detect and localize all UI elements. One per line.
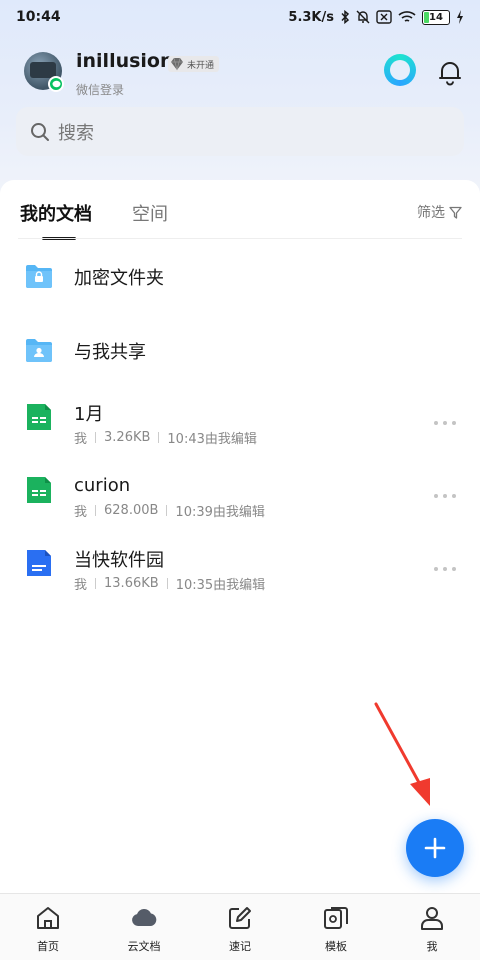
list-item[interactable]: 与我共享 [0,333,480,373]
spreadsheet-icon [27,477,51,503]
tab-space[interactable]: 空间 [132,200,168,226]
item-title: curion [74,475,131,496]
list-item[interactable]: curion 我 628.00B 10:39由我编辑 [0,471,480,521]
vip-label: 未开通 [187,60,215,71]
nav-label: 我 [426,940,438,953]
search-placeholder: 搜索 [58,122,94,144]
item-size: 13.66KB [104,576,159,591]
tab-bar: 我的文档 空间 [20,200,208,226]
nav-templates[interactable]: 模板 [288,894,384,960]
tab-divider [18,238,462,239]
template-icon [324,907,348,929]
annotation-arrow-icon [374,702,430,806]
document-icon [27,550,51,576]
notification-bell-icon[interactable] [436,58,464,86]
more-options-icon[interactable] [434,566,456,572]
profile-header: inillusion 未开通 微信登录 [0,48,480,100]
shared-folder-icon [26,339,52,362]
vip-badge[interactable]: 未开通 [168,56,220,72]
filter-icon [449,206,462,219]
spreadsheet-icon [27,404,51,430]
nav-label: 速记 [229,940,251,953]
more-options-icon[interactable] [434,420,456,426]
status-icons: 5.3K/s 14 [288,9,464,25]
diamond-icon [171,57,183,71]
nav-home[interactable]: 首页 [0,894,96,960]
nav-label: 模板 [325,940,347,953]
item-meta: 我 628.00B 10:39由我编辑 [74,501,265,520]
user-icon [421,907,443,930]
create-new-button[interactable] [406,819,464,877]
item-modified: 10:43由我编辑 [167,432,257,447]
filter-label: 筛选 [417,205,445,221]
item-meta: 我 3.26KB 10:43由我编辑 [74,428,257,447]
sim-off-icon [376,10,392,24]
item-title: 与我共享 [74,342,146,363]
wifi-icon [398,11,416,22]
list-item[interactable]: 当快软件园 我 13.66KB 10:35由我编辑 [0,544,480,594]
status-time: 10:44 [16,9,61,25]
item-modified: 10:35由我编辑 [175,578,266,593]
charging-icon [457,10,463,24]
cloud-icon [132,908,157,926]
home-icon [37,907,59,929]
list-item[interactable]: 1月 我 3.26KB 10:43由我编辑 [0,398,480,448]
plus-icon [424,837,446,859]
tab-my-documents[interactable]: 我的文档 [20,200,92,226]
status-bar: 10:44 5.3K/s 14 [0,0,480,34]
item-title: 1月 [74,404,104,425]
mute-bell-icon [356,10,370,24]
item-owner: 我 [74,432,88,447]
item-owner: 我 [74,505,88,520]
wechat-icon [48,76,64,92]
nav-cloud-docs[interactable]: 云文档 [96,894,192,960]
bluetooth-icon [341,10,350,24]
ai-assistant-button[interactable] [384,54,416,86]
nav-label: 云文档 [127,940,161,953]
more-options-icon[interactable] [434,493,456,499]
nav-quick-notes[interactable]: 速记 [192,894,288,960]
battery-level: 14 [429,11,443,23]
search-icon [31,122,49,141]
nav-label: 首页 [37,940,59,953]
avatar[interactable] [24,52,64,92]
filter-button[interactable]: 筛选 [417,202,462,222]
username[interactable]: inillusion [76,50,174,72]
item-owner: 我 [74,578,88,593]
note-icon [229,907,251,929]
search-input[interactable]: 搜索 [16,107,464,156]
item-meta: 我 13.66KB 10:35由我编辑 [74,574,265,593]
battery-icon: 14 [422,9,450,25]
item-modified: 10:39由我编辑 [175,505,265,520]
item-title: 当快软件园 [74,550,164,571]
lock-folder-icon [26,265,52,288]
list-item[interactable]: 加密文件夹 [0,258,480,298]
item-size: 628.00B [104,503,159,518]
login-type: 微信登录 [76,83,125,97]
bottom-nav: 首页 云文档 速记 模板 我 [0,893,480,960]
item-title: 加密文件夹 [74,268,164,289]
network-speed: 5.3K/s [288,9,334,25]
nav-me[interactable]: 我 [384,894,480,960]
item-size: 3.26KB [104,430,151,445]
